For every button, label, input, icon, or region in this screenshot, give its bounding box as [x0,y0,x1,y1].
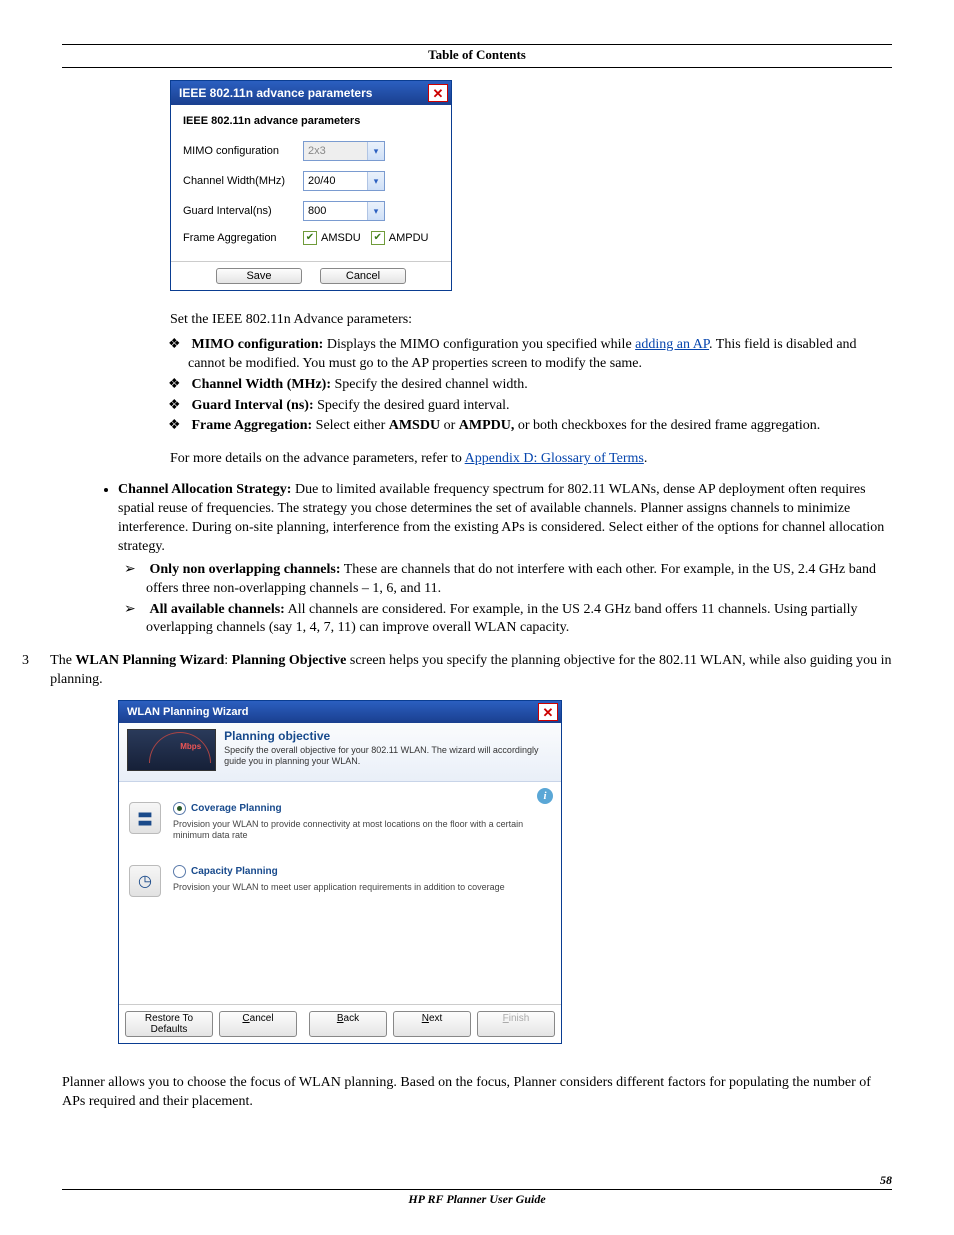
wlan-wizard-titlebar: WLAN Planning Wizard ✕ [119,701,561,723]
list-item: Frame Aggregation: Select either AMSDU o… [188,417,892,436]
close-icon[interactable]: ✕ [428,84,448,102]
list-item: MIMO configuration: Displays the MIMO co… [188,336,892,374]
ieee-dialog-titlebar: IEEE 802.11n advance parameters ✕ [171,81,451,105]
toc-header: Table of Contents [62,47,892,63]
glossary-link[interactable]: Appendix D: Glossary of Terms [465,451,644,466]
tail-text: Planner allows you to choose the focus o… [62,1074,892,1112]
ieee-dialog-title: IEEE 802.11n advance parameters [179,86,372,100]
radio-icon [173,865,186,878]
restore-defaults-button[interactable]: Restore To Defaults [125,1011,213,1037]
list-item: All available channels: All channels are… [146,601,892,639]
chevron-down-icon[interactable]: ▾ [367,202,384,220]
ampdu-label: AMPDU [389,232,429,244]
channel-width-label: Channel Width(MHz) [183,175,303,187]
wlan-wizard-title: WLAN Planning Wizard [127,706,249,718]
ieee-dialog-subtitle: IEEE 802.11n advance parameters [183,115,441,127]
list-item: Channel Width (MHz): Specify the desired… [188,376,892,395]
amsdu-label: AMSDU [321,232,361,244]
guard-interval-label: Guard Interval(ns) [183,205,303,217]
next-button[interactable]: Next [393,1011,471,1037]
checkmark-icon: ✔ [303,231,317,245]
footer-title: HP RF Planner User Guide [62,1192,892,1207]
objective-desc: Specify the overall objective for your 8… [224,745,553,767]
coverage-icon: 〓 [129,802,161,834]
capacity-label: Capacity Planning [191,866,278,877]
more-details: For more details on the advance paramete… [170,450,892,469]
mimo-select: 2x3 ▾ [303,141,385,161]
frame-aggregation-label: Frame Aggregation [183,232,303,244]
list-item: Channel Allocation Strategy: Due to limi… [118,481,892,638]
ieee-dialog: IEEE 802.11n advance parameters ✕ IEEE 8… [170,80,452,291]
page-number: 58 [880,1173,892,1188]
cancel-button[interactable]: Cancel [219,1011,297,1037]
amsdu-checkbox[interactable]: ✔ AMSDU [303,231,361,245]
channel-width-select[interactable]: 20/40 ▾ [303,171,385,191]
guard-interval-select[interactable]: 800 ▾ [303,201,385,221]
mimo-value: 2x3 [304,145,367,157]
back-button[interactable]: Back [309,1011,387,1037]
capacity-desc: Provision your WLAN to meet user applica… [173,882,551,893]
wlan-wizard-dialog: WLAN Planning Wizard ✕ Mbps Planning obj… [118,700,562,1044]
intro-text: Set the IEEE 802.11n Advance parameters: [170,311,892,330]
close-icon[interactable]: ✕ [538,703,558,721]
capacity-icon: ◷ [129,865,161,897]
radio-icon [173,802,186,815]
mbps-label: Mbps [180,742,201,751]
step-text: The WLAN Planning Wizard: Planning Objec… [50,652,892,690]
chevron-down-icon[interactable]: ▾ [367,172,384,190]
list-item: Guard Interval (ns): Specify the desired… [188,397,892,416]
ampdu-checkbox[interactable]: ✔ AMPDU [371,231,429,245]
cancel-button[interactable]: Cancel [320,268,406,284]
step-number: 3 [22,652,50,690]
guard-interval-value: 800 [304,205,367,217]
mimo-label: MIMO configuration [183,145,303,157]
chevron-down-icon: ▾ [367,142,384,160]
checkmark-icon: ✔ [371,231,385,245]
channel-width-value: 20/40 [304,175,367,187]
finish-button: Finish [477,1011,555,1037]
adding-ap-link[interactable]: adding an AP [635,337,709,352]
objective-title: Planning objective [224,729,553,743]
coverage-radio[interactable]: Coverage Planning [173,802,551,815]
capacity-radio[interactable]: Capacity Planning [173,865,551,878]
gauge-image: Mbps [127,729,216,771]
coverage-desc: Provision your WLAN to provide connectiv… [173,819,551,841]
list-item: Only non overlapping channels: These are… [146,561,892,599]
coverage-label: Coverage Planning [191,803,282,814]
save-button[interactable]: Save [216,268,302,284]
wizard-header: Mbps Planning objective Specify the over… [119,723,561,782]
